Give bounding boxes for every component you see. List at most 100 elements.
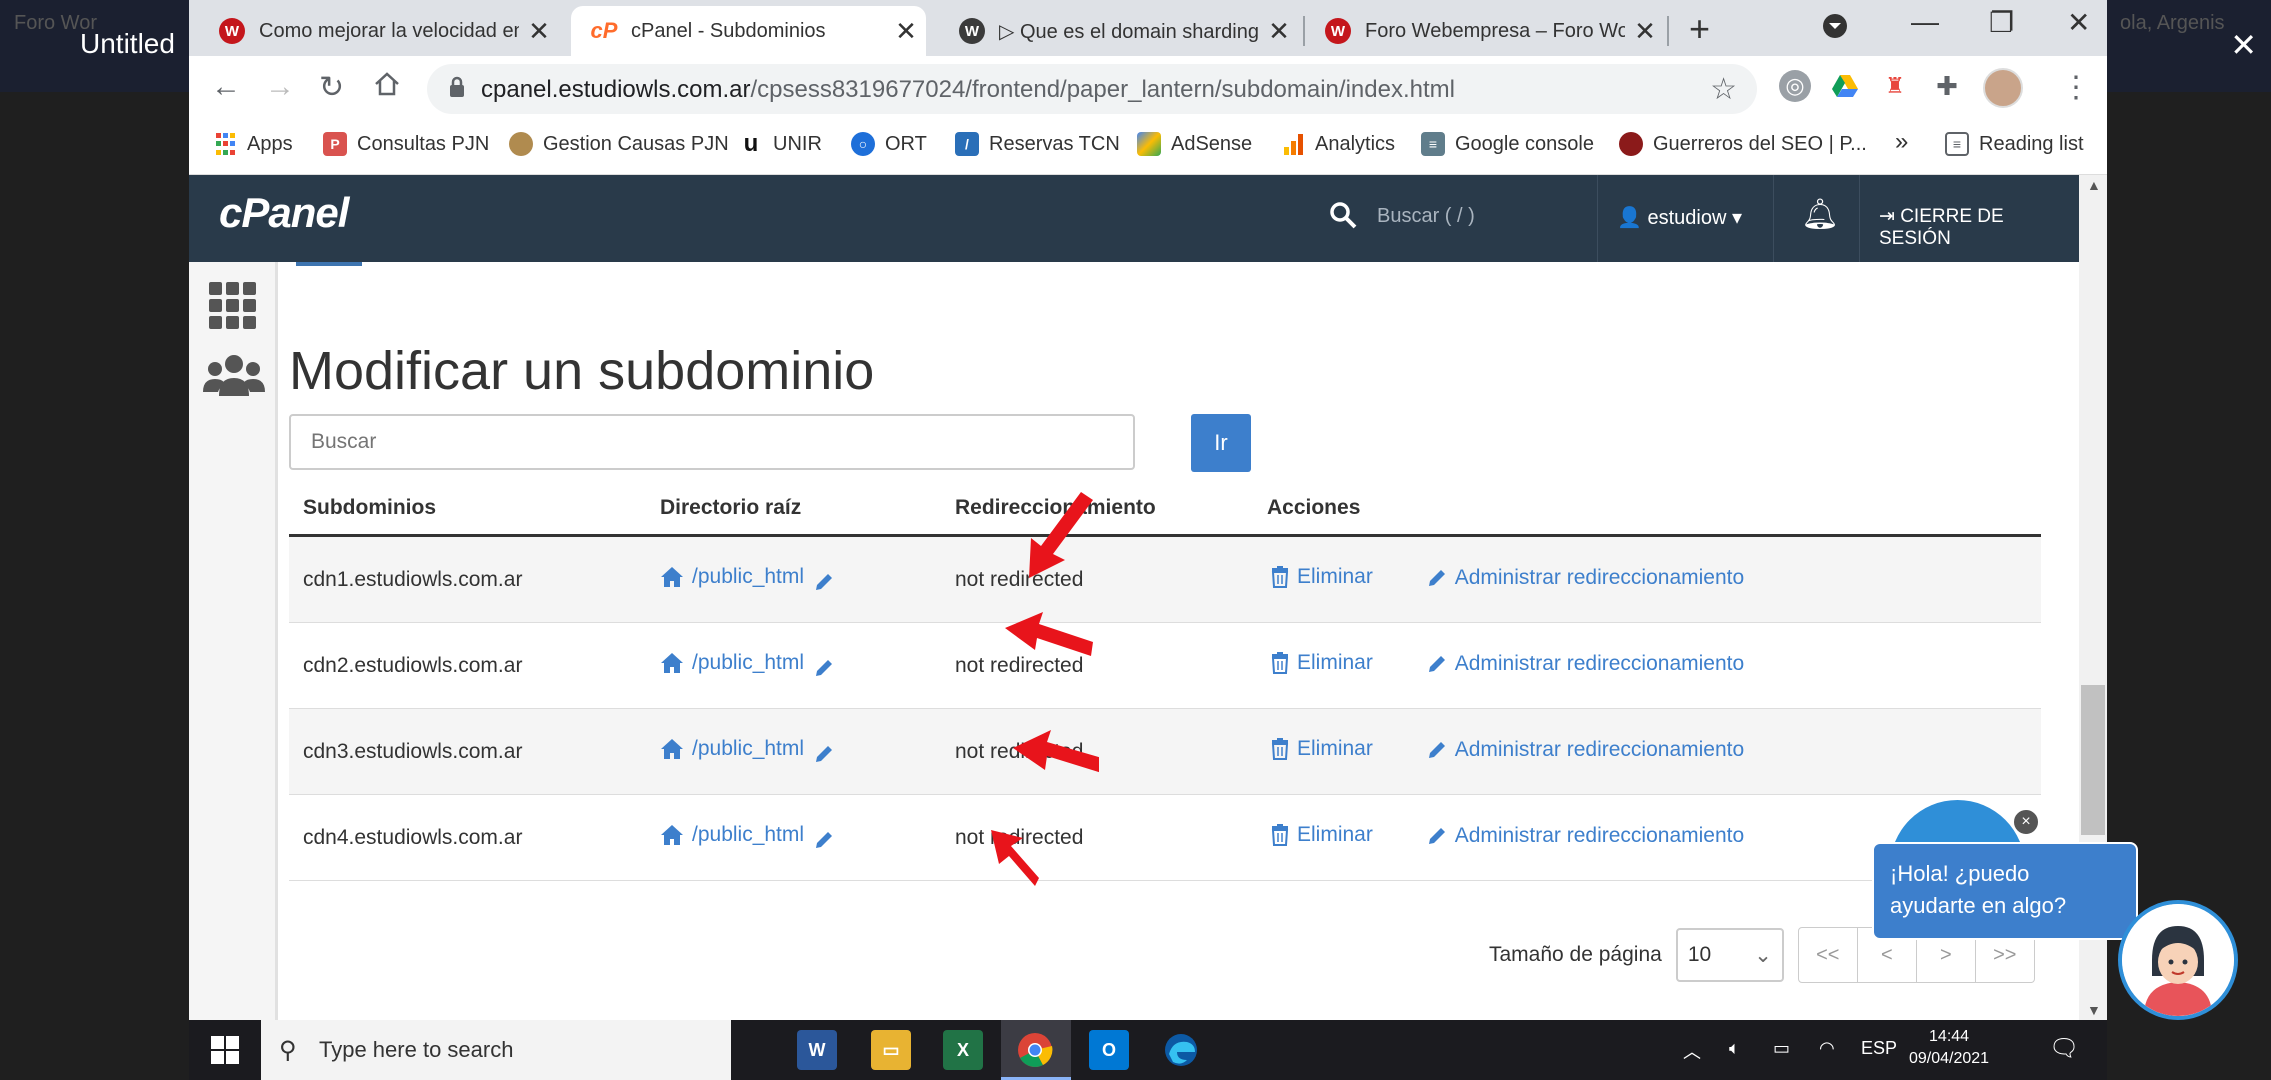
google-drive-icon[interactable]	[1829, 70, 1861, 102]
bookmark-adsense[interactable]: AdSense	[1137, 132, 1252, 156]
bookmark-label: Reservas TCN	[989, 132, 1120, 155]
language-indicator[interactable]: ESP	[1861, 1038, 1897, 1059]
wordpress-favicon-icon: W	[959, 18, 985, 44]
profile-avatar[interactable]	[1983, 68, 2023, 108]
pencil-icon	[1428, 742, 1445, 758]
scroll-thumb[interactable]	[2081, 685, 2105, 835]
minimize-icon[interactable]: —	[1911, 6, 1939, 38]
wifi-icon[interactable]: ◠	[1819, 1038, 1835, 1059]
document-root-link[interactable]: /public_html	[660, 651, 804, 675]
bookmark-label: AdSense	[1171, 132, 1253, 155]
chat-agent-avatar[interactable]	[2118, 900, 2238, 1020]
column-subdominios[interactable]: Subdominios	[289, 482, 646, 537]
extension-compass-icon[interactable]: ◎	[1779, 70, 1811, 102]
back-arrow-icon[interactable]: ←	[211, 70, 241, 104]
bookmark-label: ORT	[885, 132, 927, 155]
edge-icon[interactable]	[1161, 1030, 1201, 1070]
reload-icon[interactable]: ↻	[319, 70, 344, 105]
subdomain-search-input[interactable]	[289, 414, 1135, 470]
windows-start-icon[interactable]	[211, 1036, 239, 1064]
restore-icon[interactable]: ❐	[1989, 6, 2014, 39]
scroll-up-icon[interactable]: ▲	[2087, 177, 2101, 193]
outlook-icon[interactable]: O	[1089, 1030, 1129, 1070]
tab-foro-webempresa[interactable]: W Foro Webempresa – Foro Wor ✕	[1305, 6, 1665, 56]
cpanel-search-input[interactable]: Buscar ( / )	[1377, 205, 1475, 228]
tab-cpanel-subdominios[interactable]: cP cPanel - Subdominios ✕	[571, 6, 926, 56]
page-size-select[interactable]: 10 ⌄	[1675, 928, 1784, 982]
document-root-link[interactable]: /public_html	[660, 823, 804, 847]
lighthouse-icon[interactable]: ♜	[1879, 70, 1911, 102]
manage-redirect-button[interactable]: Administrar redireccionamiento	[1427, 652, 1744, 676]
tab-domain-sharding[interactable]: W ▷ Que es el domain sharding y ✕	[939, 6, 1299, 56]
first-page-button[interactable]: <<	[1799, 928, 1858, 982]
windows-taskbar: ⚲ Type here to search W ▭ X O ︿ 🔈︎ ▭ ◠ E…	[189, 1020, 2107, 1080]
scroll-down-icon[interactable]: ▼	[2087, 1002, 2101, 1018]
notifications-icon[interactable]: 🗨︎	[2049, 1034, 2079, 1063]
adsense-icon	[1137, 132, 1161, 156]
search-icon[interactable]	[1329, 201, 1357, 229]
bookmark-guerreros-seo[interactable]: Guerreros del SEO | P...	[1619, 132, 1867, 156]
delete-button[interactable]: Eliminar	[1271, 565, 1373, 589]
delete-button[interactable]: Eliminar	[1271, 823, 1373, 847]
bookmark-consultas-pjn[interactable]: P Consultas PJN	[323, 132, 489, 156]
bookmark-label: Analytics	[1315, 132, 1396, 155]
subdomain-cell: cdn1.estudiowls.com.ar	[289, 535, 646, 623]
bookmark-gestion-causas[interactable]: Gestion Causas PJN	[509, 132, 729, 156]
chat-close-icon[interactable]: ×	[2012, 808, 2040, 836]
cpanel-logo[interactable]: cPanel	[219, 189, 349, 237]
tray-chevron-icon[interactable]: ︿	[1683, 1038, 1701, 1064]
column-acciones: Acciones	[1253, 482, 2041, 537]
user-menu[interactable]: 👤 estudiow ▾	[1617, 205, 1742, 230]
file-explorer-icon[interactable]: ▭	[871, 1030, 911, 1070]
tab-close-icon[interactable]: ✕	[519, 16, 559, 47]
volume-icon[interactable]: 🔈︎	[1729, 1038, 1740, 1059]
bell-icon[interactable]: 🔔︎	[1801, 197, 1839, 232]
bookmark-reservas-tcn[interactable]: / Reservas TCN	[955, 132, 1120, 156]
bookmark-analytics[interactable]: Analytics	[1281, 132, 1395, 156]
page-title: Modificar un subdominio	[289, 341, 875, 401]
taskbar-clock[interactable]: 14:44 09/04/2021	[1909, 1026, 1989, 1070]
go-button[interactable]: Ir	[1191, 414, 1251, 472]
logout-button[interactable]: ⇥ CIERRE DE SESIÓN	[1879, 205, 2079, 250]
reading-list[interactable]: ≡ Reading list	[1945, 132, 2084, 156]
bookmark-google-console[interactable]: ≡ Google console	[1421, 132, 1594, 156]
new-tab-plus-icon[interactable]: +	[1689, 8, 1710, 50]
outer-close-icon[interactable]: ✕	[2230, 26, 2257, 64]
word-icon[interactable]: W	[797, 1030, 837, 1070]
tab-close-icon[interactable]: ✕	[1259, 16, 1299, 47]
taskbar-search-box[interactable]: ⚲ Type here to search	[261, 1020, 731, 1080]
manage-redirect-button[interactable]: Administrar redireccionamiento	[1427, 566, 1744, 590]
tab-close-icon[interactable]: ✕	[886, 16, 926, 47]
cpanel-sidebar	[189, 262, 278, 1020]
bookmarks-overflow-icon[interactable]: »	[1895, 128, 1908, 156]
cpanel-main: Modificar un subdominio Ir Subdominios D…	[278, 262, 2079, 1020]
bookmark-unir[interactable]: u UNIR	[739, 130, 822, 157]
chat-line-1: ¡Hola! ¿puedo	[1890, 861, 2030, 886]
delete-button[interactable]: Eliminar	[1271, 737, 1373, 761]
bookmark-ort[interactable]: ○ ORT	[851, 132, 927, 156]
tab-search-icon[interactable]	[1821, 12, 1849, 47]
battery-icon[interactable]: ▭	[1773, 1038, 1790, 1059]
bookmark-star-icon[interactable]: ☆	[1710, 72, 1737, 107]
manage-redirect-button[interactable]: Administrar redireccionamiento	[1427, 738, 1744, 762]
chat-greeting-bubble[interactable]: ¡Hola! ¿puedo ayudarte en algo?	[1872, 842, 2138, 940]
document-root-link[interactable]: /public_html	[660, 565, 804, 589]
manage-redirect-button[interactable]: Administrar redireccionamiento	[1427, 824, 1744, 848]
chrome-menu-icon[interactable]: ⋮	[2061, 70, 2091, 105]
tab-como-mejorar[interactable]: W Como mejorar la velocidad en ✕	[199, 6, 559, 56]
bookmark-label: Gestion Causas PJN	[543, 132, 729, 155]
window-close-icon[interactable]: ✕	[2067, 6, 2090, 39]
address-bar[interactable]: cpanel.estudiowls.com.ar/cpsess831967702…	[427, 64, 1757, 114]
tools-grid-icon[interactable]	[209, 282, 256, 329]
delete-button[interactable]: Eliminar	[1271, 651, 1373, 675]
forward-arrow-icon[interactable]: →	[265, 70, 295, 104]
home-icon[interactable]	[373, 70, 401, 106]
active-tab-indicator	[296, 262, 362, 266]
users-icon[interactable]	[203, 352, 265, 398]
tab-close-icon[interactable]: ✕	[1625, 16, 1665, 47]
extensions-puzzle-icon[interactable]: ✚	[1931, 70, 1963, 102]
excel-icon[interactable]: X	[943, 1030, 983, 1070]
bookmark-apps[interactable]: Apps	[213, 132, 293, 156]
document-root-link[interactable]: /public_html	[660, 737, 804, 761]
chrome-icon[interactable]	[1015, 1030, 1055, 1070]
